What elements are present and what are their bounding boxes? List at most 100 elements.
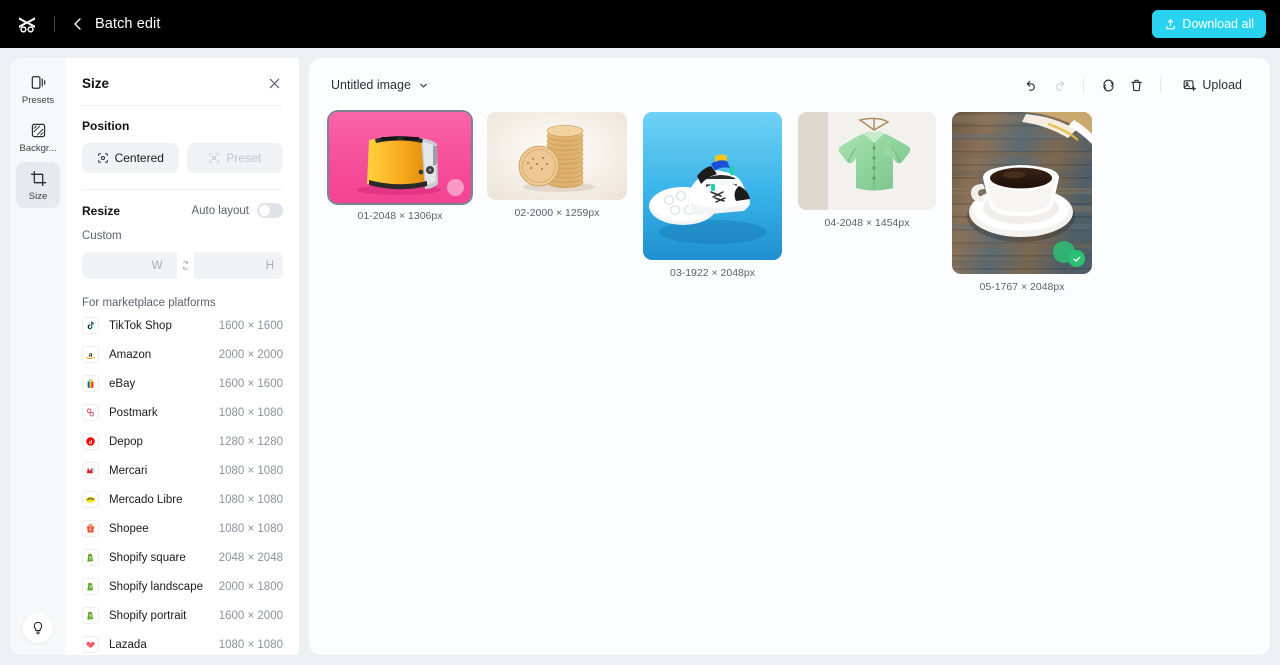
document-name-dropdown[interactable]: Untitled image bbox=[331, 78, 429, 92]
tool-divider-1 bbox=[1083, 78, 1085, 92]
thumbnail-caption: 03-1922 × 2048px bbox=[670, 267, 755, 279]
marketplace-name: Shopify portrait bbox=[109, 609, 187, 622]
custom-label: Custom bbox=[82, 230, 122, 242]
position-section: Position Centered Preset bbox=[66, 106, 299, 189]
marketplace-row[interactable]: TikTok Shop 1600 × 1600 bbox=[76, 311, 289, 340]
tool-divider-2 bbox=[1160, 78, 1162, 92]
thumbnail-caption: 02-2000 × 1259px bbox=[514, 207, 600, 219]
sidebar-item-presets-label: Presets bbox=[21, 95, 55, 106]
thumbnail-frame[interactable] bbox=[952, 112, 1092, 274]
undo-button[interactable] bbox=[1018, 72, 1044, 98]
marketplace-name: Postmark bbox=[109, 406, 158, 419]
width-input[interactable]: W bbox=[82, 252, 177, 279]
size-panel-header: Size bbox=[66, 58, 299, 105]
marketplace-row[interactable]: a Amazon 2000 × 2000 bbox=[76, 340, 289, 369]
tips-button[interactable] bbox=[23, 613, 53, 643]
marketplace-dimensions: 1080 × 1080 bbox=[218, 406, 283, 419]
resize-header: Resize Auto layout bbox=[82, 203, 283, 218]
back-button[interactable] bbox=[67, 13, 89, 35]
sidebar-item-background-label: Backgr... bbox=[19, 143, 57, 154]
shopee-icon: S bbox=[82, 520, 99, 537]
marketplace-row[interactable]: Mercari 1080 × 1080 bbox=[76, 456, 289, 485]
replace-button[interactable] bbox=[1095, 72, 1121, 98]
svg-text:S: S bbox=[89, 585, 92, 590]
redo-button[interactable] bbox=[1046, 72, 1072, 98]
svg-text:S: S bbox=[89, 556, 92, 561]
toggle-knob bbox=[259, 205, 270, 216]
marketplace-row[interactable]: S Shopify portrait 1600 × 2000 bbox=[76, 601, 289, 630]
height-input[interactable]: H bbox=[193, 252, 283, 279]
sidebar-item-background[interactable]: Backgr... bbox=[16, 114, 60, 160]
refresh-icon bbox=[1103, 79, 1114, 91]
marketplace-name: Shopify square bbox=[109, 551, 186, 564]
marketplace-row[interactable]: eBay 1600 × 1600 bbox=[76, 369, 289, 398]
thumbnail-frame[interactable] bbox=[798, 112, 936, 210]
position-preset-button[interactable]: Preset bbox=[186, 143, 283, 173]
marketplace-list[interactable]: TikTok Shop 1600 × 1600 a Amazon 2000 × 2000… bbox=[66, 311, 299, 655]
svg-text:S: S bbox=[89, 528, 92, 533]
marketplace-row[interactable]: Mercado Libre 1080 × 1080 bbox=[76, 485, 289, 514]
chevron-left-icon bbox=[74, 18, 81, 30]
upload-label: Upload bbox=[1202, 78, 1242, 92]
marketplace-row[interactable]: Postmark 1080 × 1080 bbox=[76, 398, 289, 427]
marketplace-row[interactable]: S Shopify landscape 2000 × 1800 bbox=[76, 572, 289, 601]
image-thumbnail[interactable]: 02-2000 × 1259px bbox=[487, 112, 627, 219]
delete-button[interactable] bbox=[1123, 72, 1149, 98]
image-thumbnail[interactable]: 04-2048 × 1454px bbox=[798, 112, 936, 229]
position-buttons: Centered Preset bbox=[82, 143, 283, 189]
thumbnail-frame[interactable] bbox=[487, 112, 627, 200]
canvas-toolbar: Untitled image Upload bbox=[309, 58, 1270, 104]
marketplace-dimensions: 1280 × 1280 bbox=[218, 435, 283, 448]
amazon-icon: a bbox=[82, 346, 99, 363]
marketplace-row[interactable]: S Shopify square 2048 × 2048 bbox=[76, 543, 289, 572]
marketplace-dimensions: 1080 × 1080 bbox=[218, 493, 283, 506]
check-badge-icon[interactable] bbox=[1068, 250, 1085, 267]
image-grid: 01-2048 × 1306px 02-2000 × 1259px 03-192… bbox=[309, 104, 1270, 301]
size-panel: Size Position Centered Preset Resize Aut… bbox=[66, 58, 299, 655]
presets-icon bbox=[28, 72, 48, 92]
width-suffix: W bbox=[151, 259, 163, 272]
link-ratio-button[interactable] bbox=[177, 258, 193, 273]
marketplace-dimensions: 1080 × 1080 bbox=[218, 464, 283, 477]
undo-icon bbox=[1026, 80, 1035, 91]
image-thumbnail[interactable]: 05-1767 × 2048px bbox=[952, 112, 1092, 293]
auto-layout-toggle[interactable] bbox=[257, 203, 283, 218]
check-badge-icon[interactable] bbox=[447, 179, 464, 196]
link-ratio-icon bbox=[182, 261, 188, 270]
marketplace-dimensions: 1600 × 1600 bbox=[218, 377, 283, 390]
upload-button[interactable]: Upload bbox=[1176, 74, 1248, 97]
center-target-icon bbox=[97, 153, 108, 163]
tool-rail: Presets Backgr... Size bbox=[10, 58, 66, 655]
position-centered-button[interactable]: Centered bbox=[82, 143, 179, 173]
marketplace-row[interactable]: d Depop 1280 × 1280 bbox=[76, 427, 289, 456]
sidebar-item-presets[interactable]: Presets bbox=[16, 66, 60, 112]
depop-icon: d bbox=[82, 433, 99, 450]
marketplace-dimensions: 2000 × 2000 bbox=[218, 348, 283, 361]
chevron-down-icon bbox=[420, 83, 427, 88]
size-panel-title: Size bbox=[82, 75, 110, 91]
lazada-icon bbox=[82, 636, 99, 653]
image-thumbnail[interactable]: 01-2048 × 1306px bbox=[329, 112, 471, 222]
thumbnail-caption: 01-2048 × 1306px bbox=[357, 210, 443, 222]
download-all-button[interactable]: Download all bbox=[1152, 10, 1266, 38]
resize-section: Resize Auto layout Custom W H bbox=[66, 190, 299, 279]
marketplace-row[interactable]: S Shopee 1080 × 1080 bbox=[76, 514, 289, 543]
header-divider bbox=[54, 16, 55, 32]
thumbnail-frame[interactable] bbox=[329, 112, 471, 203]
thumbnail-frame[interactable] bbox=[643, 112, 782, 260]
image-thumbnail[interactable]: 03-1922 × 2048px bbox=[643, 112, 782, 279]
marketplace-name: Lazada bbox=[109, 638, 147, 651]
close-panel-button[interactable] bbox=[265, 74, 283, 92]
position-preset-label: Preset bbox=[226, 151, 262, 165]
marketplace-name: Shopify landscape bbox=[109, 580, 203, 593]
marketplace-name: Amazon bbox=[109, 348, 152, 361]
position-centered-label: Centered bbox=[114, 151, 164, 165]
shopify-icon: S bbox=[82, 578, 99, 595]
marketplace-row[interactable]: Lazada 1080 × 1080 bbox=[76, 630, 289, 655]
size-crop-icon bbox=[28, 168, 48, 188]
sidebar-item-size-label: Size bbox=[28, 191, 48, 202]
svg-text:a: a bbox=[89, 349, 93, 358]
page-title: Batch edit bbox=[95, 16, 161, 32]
marketplace-dimensions: 1080 × 1080 bbox=[218, 522, 283, 535]
sidebar-item-size[interactable]: Size bbox=[16, 162, 60, 208]
